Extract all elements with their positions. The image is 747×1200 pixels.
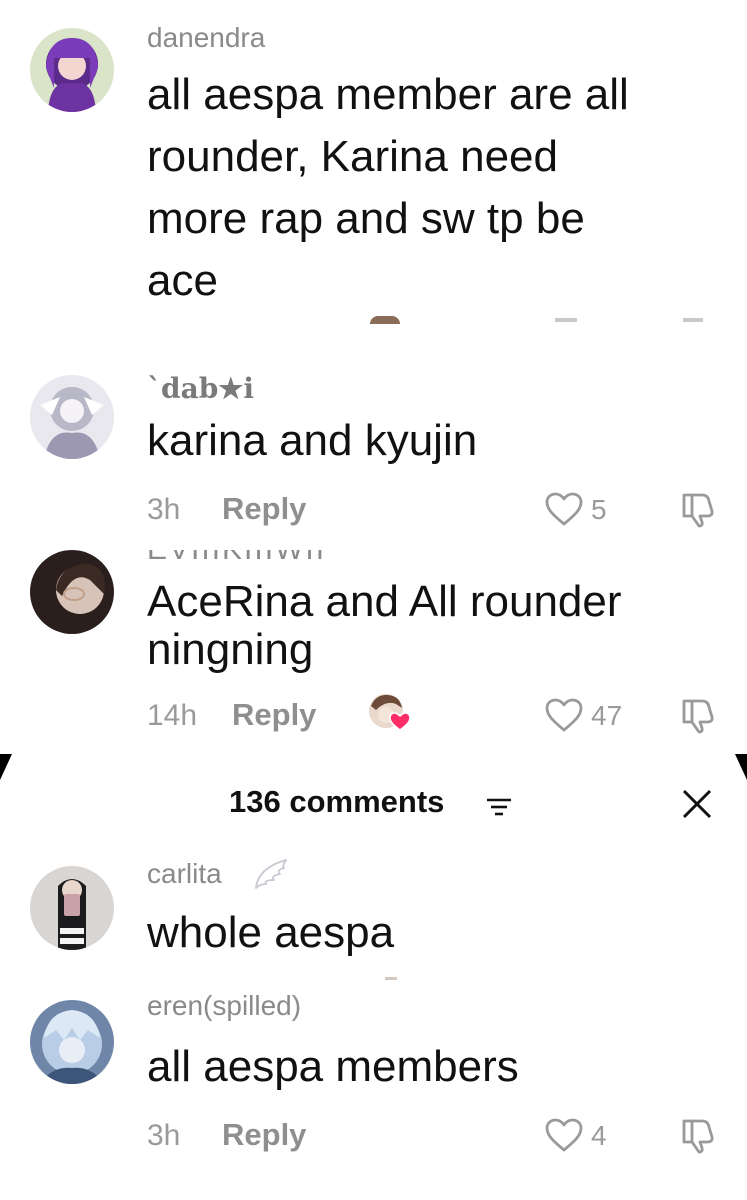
avatar[interactable] xyxy=(30,550,114,634)
like-count: 47 xyxy=(591,700,623,731)
avatar[interactable] xyxy=(30,1000,114,1084)
screenshot-separator xyxy=(0,545,747,559)
avatar[interactable] xyxy=(30,866,114,950)
heart-outline-icon[interactable] xyxy=(544,697,584,733)
cropped-row-remnant xyxy=(555,318,577,322)
comment-username[interactable]: danendra xyxy=(147,22,265,54)
comment-text-line: AceRina and All rounder xyxy=(147,577,622,626)
thumb-down-icon[interactable] xyxy=(678,489,718,529)
comment-text: karina and kyujin xyxy=(147,416,478,465)
comment-text-line: rounder, Karina need xyxy=(147,132,558,181)
close-icon[interactable] xyxy=(681,788,713,820)
cropped-row-remnant xyxy=(385,977,397,980)
avatar[interactable] xyxy=(30,375,114,459)
comment-text: all aespa member are all rounder, Karina… xyxy=(147,64,629,312)
heart-outline-icon[interactable] xyxy=(544,491,584,527)
creator-avatar-heart-icon xyxy=(366,692,412,732)
like-count: 5 xyxy=(591,494,607,525)
comment-text-line: ace xyxy=(147,256,218,305)
comment-username[interactable]: `dab★i xyxy=(147,372,254,405)
comment-timestamp: 3h xyxy=(147,493,181,526)
thumb-down-icon[interactable] xyxy=(678,1115,718,1155)
comment-timestamp: 14h xyxy=(147,699,198,732)
screenshot-separator xyxy=(0,324,747,338)
like-count: 4 xyxy=(591,1120,607,1151)
sort-lines-icon[interactable] xyxy=(486,797,512,817)
comment-text-line: more rap and sw tp be xyxy=(147,194,585,243)
comment-timestamp: 3h xyxy=(147,1119,181,1152)
heart-outline-icon[interactable] xyxy=(544,1117,584,1153)
reply-button[interactable]: Reply xyxy=(222,1117,306,1153)
avatar[interactable] xyxy=(30,28,114,112)
comment-text-line: all aespa member are all xyxy=(147,70,629,119)
comment-text-line: ningning xyxy=(147,625,314,674)
comments-header: 136 comments xyxy=(0,784,747,828)
comment-username[interactable]: eren(spilled) xyxy=(147,990,301,1022)
screen-corner xyxy=(735,754,747,780)
comment-text: AceRina and All rounder ningning xyxy=(147,578,622,674)
reply-button[interactable]: Reply xyxy=(222,491,306,527)
thumb-down-icon[interactable] xyxy=(678,695,718,735)
comment-username[interactable]: carlita xyxy=(147,858,222,890)
angel-wing-icon xyxy=(252,856,290,892)
cropped-row-remnant xyxy=(370,316,400,324)
comments-count-title: 136 comments xyxy=(229,784,445,819)
screen-corner xyxy=(0,754,12,780)
comment-username[interactable]: EVIIIKIIIWII xyxy=(147,550,326,564)
comment-text: all aespa members xyxy=(147,1042,519,1091)
cropped-row-remnant xyxy=(683,318,703,322)
reply-button[interactable]: Reply xyxy=(232,697,316,733)
comment-text: whole aespa xyxy=(147,908,395,957)
